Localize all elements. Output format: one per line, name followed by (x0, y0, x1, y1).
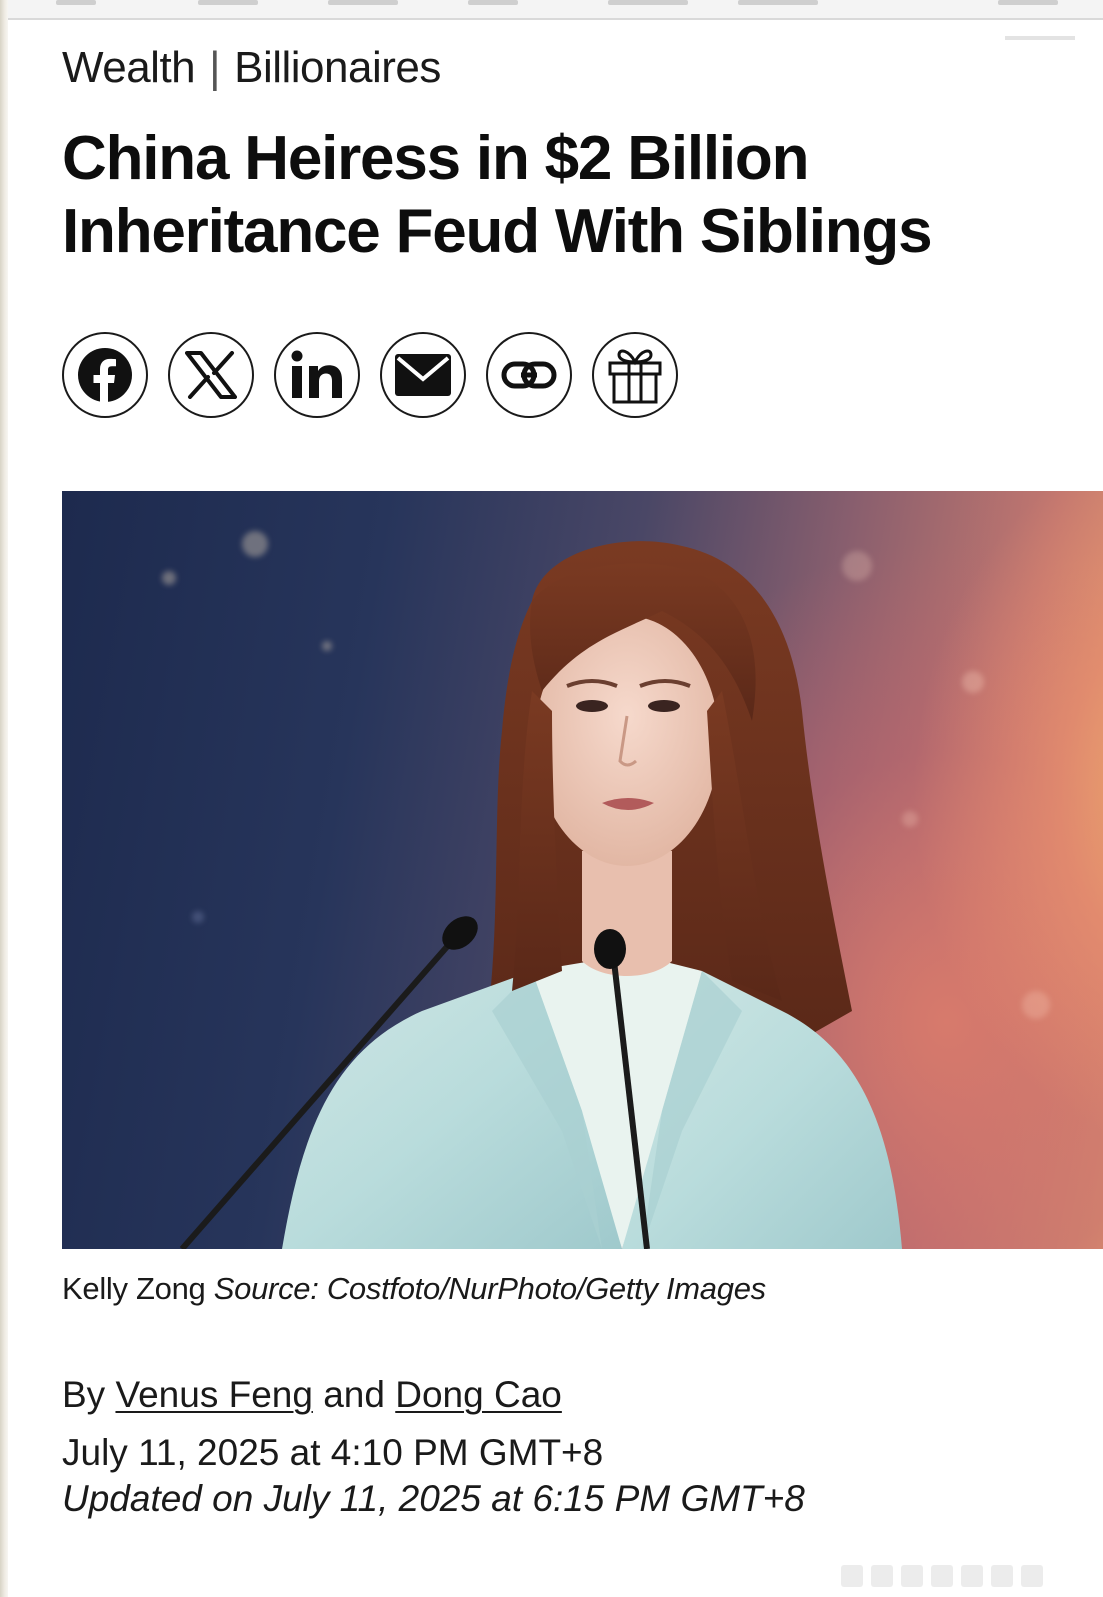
link-icon (501, 361, 557, 389)
article-hero-photo (62, 491, 1103, 1249)
home-indicator (841, 1565, 1043, 1587)
author-link-venus-feng[interactable]: Venus Feng (115, 1374, 312, 1415)
facebook-icon (78, 348, 132, 403)
caption-source: Source: Costfoto/NurPhoto/Getty Images (213, 1271, 766, 1306)
breadcrumb-section-link[interactable]: Wealth (62, 43, 196, 92)
byline: By Venus Feng and Dong Cao (62, 1372, 562, 1418)
share-facebook-button[interactable] (62, 332, 148, 418)
photo-caption: Kelly Zong Source: Costfoto/NurPhoto/Get… (62, 1270, 766, 1308)
linkedin-icon (291, 350, 342, 398)
breadcrumb: Wealth | Billionaires (62, 42, 441, 94)
headline-line-1: China Heiress in $2 Billion (62, 124, 809, 193)
caption-subject: Kelly Zong (62, 1271, 206, 1306)
gift-icon (608, 349, 662, 404)
published-timestamp: July 11, 2025 at 4:10 PM GMT+8 (62, 1432, 604, 1473)
headline: China Heiress in $2 Billion Inheritance … (62, 122, 1103, 268)
status-bar (8, 0, 1103, 20)
screen-edge (0, 0, 8, 1597)
breadcrumb-subsection-link[interactable]: Billionaires (234, 43, 441, 92)
byline-prefix: By (62, 1374, 106, 1415)
share-x-button[interactable] (168, 332, 254, 418)
x-icon (185, 351, 237, 399)
author-link-dong-cao[interactable]: Dong Cao (395, 1374, 562, 1415)
breadcrumb-separator: | (209, 43, 221, 92)
headline-line-2: Inheritance Feud With Siblings (62, 197, 933, 266)
gift-article-button[interactable] (592, 332, 678, 418)
divider (1005, 36, 1075, 40)
speaker-figure (179, 541, 902, 1249)
email-icon (395, 354, 451, 396)
copy-link-button[interactable] (486, 332, 572, 418)
share-linkedin-button[interactable] (274, 332, 360, 418)
updated-timestamp: Updated on July 11, 2025 at 6:15 PM GMT+… (62, 1478, 805, 1519)
share-email-button[interactable] (380, 332, 466, 418)
byline-conjunction: and (323, 1374, 385, 1415)
share-toolbar (62, 332, 678, 418)
